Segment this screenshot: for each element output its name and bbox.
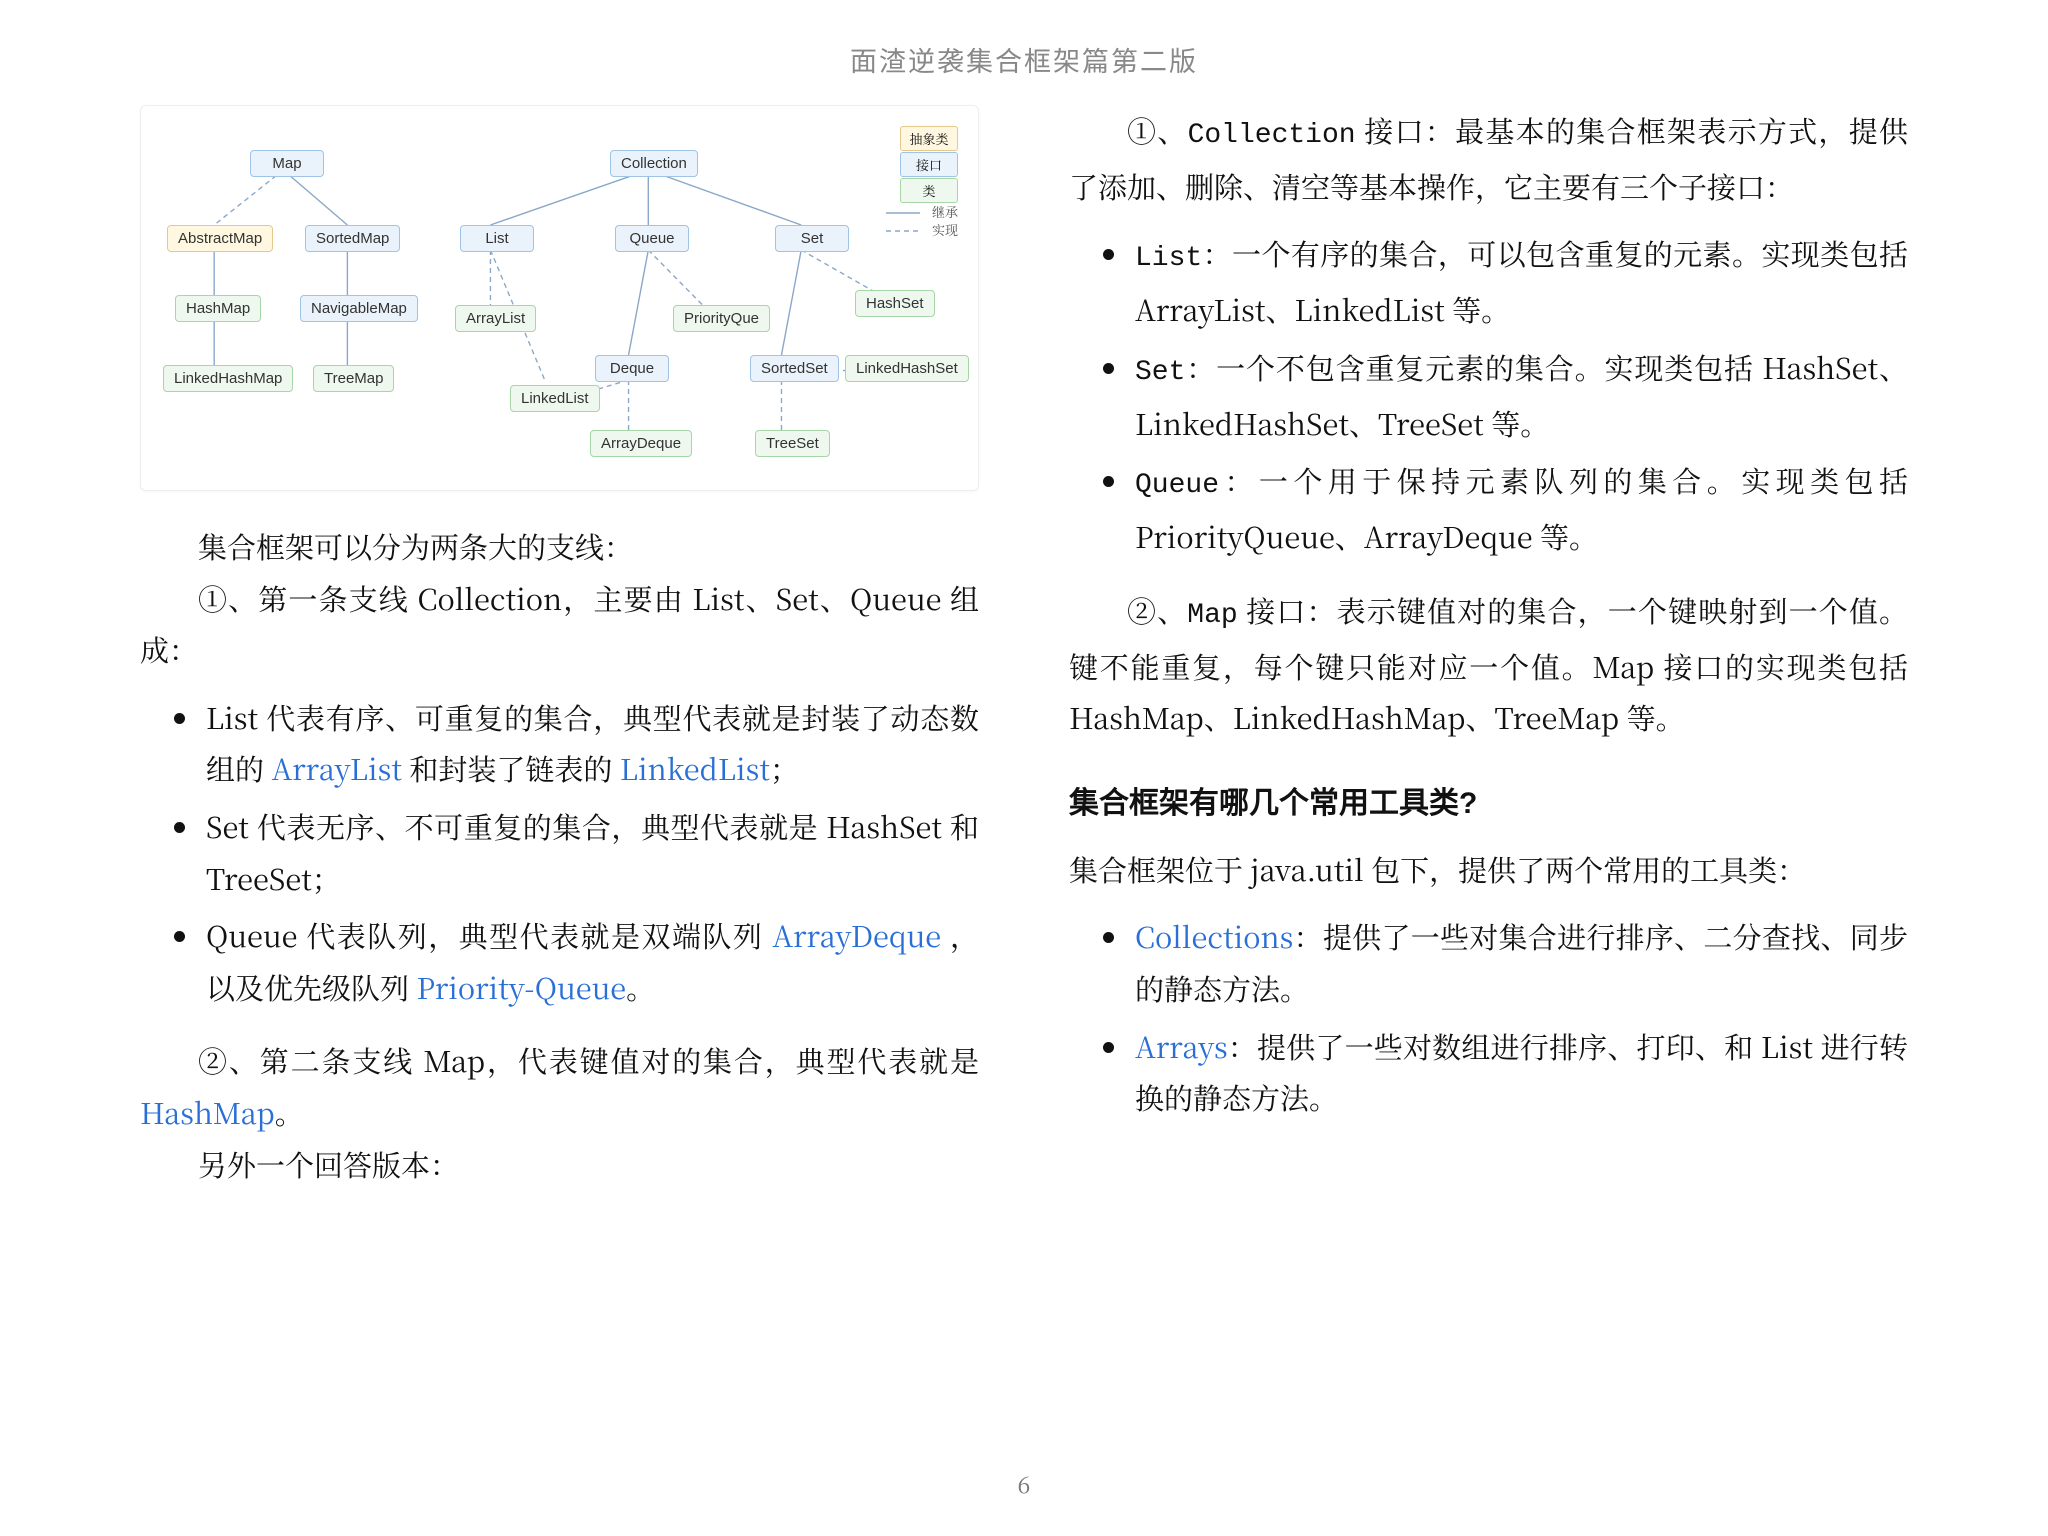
right-li-list: List：一个有序的集合，可以包含重复的元素。实现类包括 ArrayList、L…	[1131, 228, 1908, 335]
node-sortedset: SortedSet	[750, 355, 839, 382]
code-queue: Queue	[1135, 470, 1219, 501]
link-arrays[interactable]: Arrays	[1135, 1026, 1228, 1067]
page-header: 面渣逆袭集合框架篇第二版	[140, 40, 1908, 79]
text: ：提供了一些对数组进行排序、打印、和 List 进行转换的静态方法。	[1135, 1026, 1908, 1119]
link-hashmap[interactable]: HashMap	[140, 1092, 275, 1133]
code-map: Map	[1187, 600, 1237, 631]
legend-interface: 接口	[900, 152, 958, 177]
node-list: List	[460, 225, 534, 252]
node-collection: Collection	[610, 150, 698, 177]
node-linkedhashmap: LinkedHashMap	[163, 365, 293, 392]
node-navigablemap: NavigableMap	[300, 295, 418, 322]
text: ②、	[1127, 590, 1187, 631]
node-hashmap: HashMap	[175, 295, 261, 322]
left-bullet-list: List 代表有序、可重复的集合，典型代表就是封装了动态数组的 ArrayLis…	[202, 692, 979, 795]
node-treemap: TreeMap	[313, 365, 394, 392]
node-arraydeque: ArrayDeque	[590, 430, 692, 457]
text: 。	[626, 967, 655, 1008]
text: ②、第二条支线 Map，代表键值对的集合，典型代表就是	[198, 1040, 979, 1081]
text: ；	[770, 748, 799, 789]
left-bullet-set: Set 代表无序、不可重复的集合，典型代表就是 HashSet 和 TreeSe…	[202, 801, 979, 904]
code-list: List	[1135, 243, 1202, 274]
node-linkedhashset: LinkedHashSet	[845, 355, 969, 382]
code-collection: Collection	[1188, 120, 1356, 151]
node-priorityque: PriorityQue	[673, 305, 770, 332]
collection-diagram: Map Collection AbstractMap SortedMap Lis…	[140, 105, 979, 491]
right-column: ①、Collection 接口：最基本的集合框架表示方式，提供了添加、删除、清空…	[1069, 105, 1908, 1190]
right-li-queue: Queue：一个用于保持元素队列的集合。实现类包括 PriorityQueue、…	[1131, 455, 1908, 562]
left-line3: 另外一个回答版本：	[140, 1139, 979, 1191]
text: 。	[275, 1092, 304, 1133]
text: 和封装了链表的	[402, 748, 620, 789]
node-queue: Queue	[615, 225, 689, 252]
left-bullet-queue: Queue 代表队列，典型代表就是双端队列 ArrayDeque ，以及优先级队…	[202, 910, 979, 1013]
left-line2: ②、第二条支线 Map，代表键值对的集合，典型代表就是 HashMap。	[140, 1035, 979, 1138]
right-li-arrays: Arrays：提供了一些对数组进行排序、打印、和 List 进行转换的静态方法。	[1131, 1021, 1908, 1124]
link-arraydeque[interactable]: ArrayDeque	[772, 915, 941, 956]
node-hashset: HashSet	[855, 290, 935, 317]
text: ：一个有序的集合，可以包含重复的元素。实现类包括 ArrayList、Linke…	[1135, 233, 1908, 330]
node-abstractmap: AbstractMap	[167, 225, 273, 252]
node-treeset: TreeSet	[755, 430, 830, 457]
text: ：一个不包含重复元素的集合。实现类包括 HashSet、LinkedHashSe…	[1135, 347, 1908, 444]
text: Queue 代表队列，典型代表就是双端队列	[206, 915, 772, 956]
link-arraylist[interactable]: ArrayList	[271, 748, 402, 789]
right-li-collections: Collections：提供了一些对集合进行排序、二分查找、同步的静态方法。	[1131, 911, 1908, 1014]
link-collections[interactable]: Collections	[1135, 916, 1293, 957]
left-intro: 集合框架可以分为两条大的支线：	[140, 521, 979, 573]
left-line1: ①、第一条支线 Collection，主要由 List、Set、Queue 组成…	[140, 573, 979, 676]
node-arraylist: ArrayList	[455, 305, 536, 332]
node-set: Set	[775, 225, 849, 252]
right-p1: ①、Collection 接口：最基本的集合框架表示方式，提供了添加、删除、清空…	[1069, 105, 1908, 212]
code-set: Set	[1135, 357, 1185, 388]
legend-class: 类	[900, 178, 958, 203]
legend-abstract: 抽象类	[900, 126, 958, 151]
legend-inherit: 继承	[932, 202, 958, 221]
right-li-set: Set：一个不包含重复元素的集合。实现类包括 HashSet、LinkedHas…	[1131, 342, 1908, 449]
link-linkedlist[interactable]: LinkedList	[620, 748, 770, 789]
right-p3: 集合框架位于 java.util 包下，提供了两个常用的工具类：	[1069, 844, 1908, 896]
legend-impl: 实现	[932, 220, 958, 239]
link-priorityqueue[interactable]: Priority-Queue	[416, 967, 626, 1008]
text: ①、	[1127, 110, 1188, 151]
left-column: Map Collection AbstractMap SortedMap Lis…	[140, 105, 979, 1190]
text: ：一个用于保持元素队列的集合。实现类包括 PriorityQueue、Array…	[1135, 460, 1908, 557]
section-heading-tools: 集合框架有哪几个常用工具类?	[1069, 778, 1908, 822]
node-map: Map	[250, 150, 324, 177]
node-sortedmap: SortedMap	[305, 225, 400, 252]
node-linkedlist: LinkedList	[510, 385, 600, 412]
page-number: 6	[0, 1467, 2048, 1500]
right-p2: ②、Map 接口：表示键值对的集合，一个键映射到一个值。键不能重复，每个键只能对…	[1069, 585, 1908, 744]
node-deque: Deque	[595, 355, 669, 382]
